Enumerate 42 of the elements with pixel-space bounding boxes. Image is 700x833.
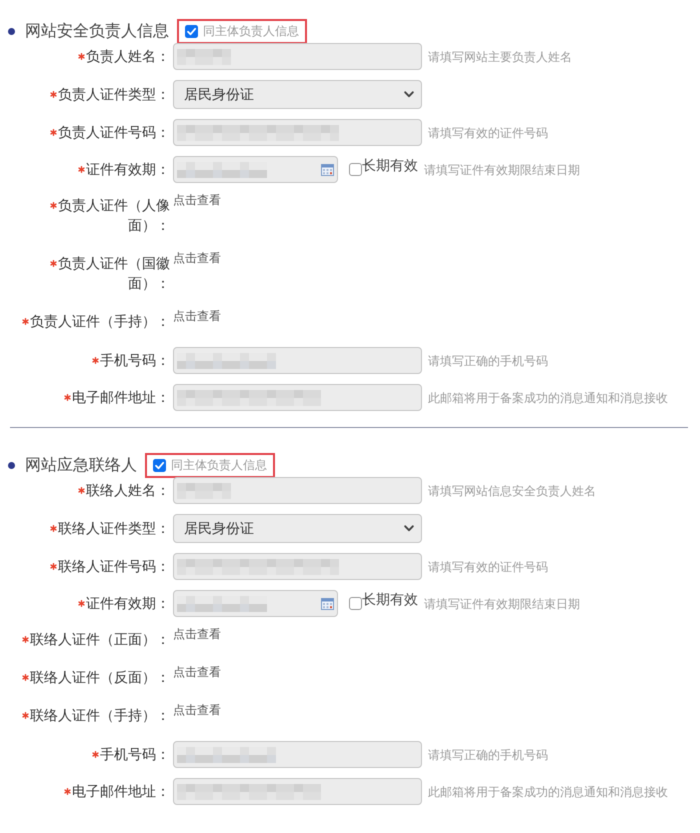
field-hint: 请填写正确的手机号码: [428, 746, 548, 762]
field-hint: 请填写有效的证件号码: [428, 124, 548, 140]
field-label: 手机号码：: [100, 746, 170, 762]
field-hint: 此邮箱将用于备案成功的消息通知和消息接收: [428, 390, 668, 406]
bullet-dot-icon: [8, 28, 15, 34]
field-label: 联络人证件（反面）：: [30, 670, 170, 686]
field-label: 电子邮件地址：: [72, 784, 170, 800]
view-link[interactable]: 点击查看: [173, 193, 221, 207]
field-hint: 请填写网站信息安全负责人姓名: [428, 482, 596, 498]
view-link[interactable]: 点击查看: [173, 703, 221, 717]
field-hint: 请填写正确的手机号码: [428, 352, 548, 368]
view-link[interactable]: 点击查看: [173, 251, 221, 265]
chevron-down-icon: [404, 91, 414, 98]
field-label: 负责人证件（人像面）：: [58, 198, 170, 234]
checkbox[interactable]: [185, 24, 198, 38]
field-label: 负责人证件（国徽面）：: [58, 256, 170, 292]
field-hint: 请填写有效的证件号码: [428, 558, 548, 574]
field-label: 联络人姓名：: [86, 482, 170, 498]
field-label: 联络人证件（手持）：: [30, 708, 170, 724]
field-hint: 请填写证件有效期限结束日期: [424, 596, 580, 612]
view-link[interactable]: 点击查看: [173, 627, 221, 641]
view-link[interactable]: 点击查看: [173, 665, 221, 679]
view-link[interactable]: 点击查看: [173, 309, 221, 323]
section-title: 网站安全负责人信息: [25, 21, 169, 41]
field-label: 负责人证件类型：: [58, 86, 170, 102]
field-label: 联络人证件（正面）：: [30, 632, 170, 648]
field-label: 负责人证件（手持）：: [30, 314, 170, 330]
field-label: 电子邮件地址：: [72, 390, 170, 406]
field-label: 联络人证件号码：: [58, 558, 170, 574]
field-label: 联络人证件类型：: [58, 520, 170, 536]
field-label: 手机号码：: [100, 352, 170, 368]
field-hint: 请填写证件有效期限结束日期: [424, 162, 580, 178]
section-title: 网站应急联络人: [25, 455, 137, 475]
field-hint: 请填写网站主要负责人姓名: [428, 48, 572, 64]
bullet-dot-icon: [8, 462, 15, 468]
field-hint: 此邮箱将用于备案成功的消息通知和消息接收: [428, 784, 668, 800]
field-label: 负责人姓名：: [86, 48, 170, 64]
chevron-down-icon: [404, 525, 414, 532]
field-label: 证件有效期：: [86, 162, 170, 178]
field-label: 证件有效期：: [86, 596, 170, 612]
field-label: 负责人证件号码：: [58, 124, 170, 140]
checkbox[interactable]: [153, 458, 166, 472]
